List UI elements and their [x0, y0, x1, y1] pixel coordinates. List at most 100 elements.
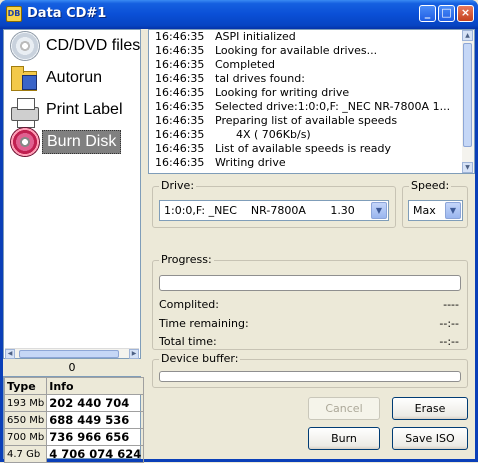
log-time: 16:46:35: [155, 128, 205, 141]
log-message: Completed: [215, 58, 275, 71]
burn-disk-icon: [8, 127, 42, 157]
title-bar[interactable]: DB Data CD#1 _ □ ×: [0, 0, 478, 29]
log-time: 16:46:35: [155, 30, 205, 43]
nav-item-cd-dvd-files[interactable]: CD/DVD files: [8, 30, 144, 62]
scroll-down-arrow-icon[interactable]: ▼: [462, 162, 473, 173]
log-time: 16:46:35: [155, 142, 205, 155]
total-time-label: Total time:: [159, 335, 217, 348]
log-row: 16:46:35 List of available speeds is read…: [155, 142, 391, 156]
folder-icon: [8, 63, 42, 93]
nav-item-label: CD/DVD files: [46, 37, 141, 54]
scroll-left-arrow-icon[interactable]: ◀: [5, 349, 15, 359]
table-row: 193 Mb 202 440 704: [3, 394, 145, 412]
log-time: 16:46:35: [155, 156, 205, 169]
completed-value: ----: [443, 298, 459, 311]
device-buffer-bar: [159, 371, 461, 382]
log-message: Selected drive:1:0:0,F: _NEC NR-7800A 1.…: [215, 100, 451, 113]
log-row: 16:46:35 Selected drive:1:0:0,F: _NEC NR-…: [155, 100, 450, 114]
nav-item-label: Print Label: [46, 101, 123, 118]
column-header-type: Type: [3, 377, 48, 395]
burn-button[interactable]: Burn: [308, 427, 380, 450]
chevron-down-icon[interactable]: ▼: [445, 202, 461, 219]
chevron-down-icon[interactable]: ▼: [371, 202, 387, 219]
app-window: DB Data CD#1 _ □ × CD/DVD files Autorun …: [0, 0, 478, 463]
log-row: 16:46:35 4X ( 706Kb/s): [155, 128, 311, 142]
client-area: CD/DVD files Autorun Print Label Burn Di…: [3, 29, 475, 463]
table-cell-size: 650 Mb: [3, 411, 48, 429]
table-cell-value: 202 440 704: [46, 394, 145, 412]
close-button[interactable]: ×: [457, 5, 474, 22]
table-cell-value: 4 706 074 624: [46, 445, 145, 463]
time-remaining-label: Time remaining:: [159, 317, 249, 330]
log-time: 16:46:35: [155, 100, 205, 113]
table-row: 4.7 Gb 4 706 074 624: [3, 445, 145, 463]
log-message: tal drives found:: [215, 72, 305, 85]
speed-select[interactable]: Max ▼: [408, 200, 463, 221]
log-row: 16:46:35 Looking for available drives...: [155, 44, 377, 58]
log-message: Looking for writing drive: [215, 86, 350, 99]
log-message: 4X ( 706Kb/s): [215, 128, 311, 141]
drive-group: Drive: 1:0:0,F: _NEC NR-7800A 1.30 ▼: [152, 179, 396, 228]
scroll-right-arrow-icon[interactable]: ▶: [129, 349, 139, 359]
drive-label: Drive:: [159, 179, 197, 192]
table-cell-value: 688 449 536: [46, 411, 145, 429]
progress-label: Progress:: [159, 253, 214, 266]
drive-select[interactable]: 1:0:0,F: _NEC NR-7800A 1.30 ▼: [159, 200, 389, 221]
app-icon: DB: [6, 6, 22, 22]
erase-button[interactable]: Erase: [392, 397, 468, 420]
scroll-thumb[interactable]: [19, 350, 119, 358]
log-row: 16:46:35 ASPI initialized: [155, 30, 296, 44]
speed-group: Speed: Max ▼: [402, 179, 468, 228]
total-time-value: --:--: [439, 335, 459, 348]
log-row: 16:46:35 Writing drive: [155, 156, 286, 170]
log-time: 16:46:35: [155, 72, 205, 85]
log-row: 16:46:35 tal drives found:: [155, 72, 305, 86]
log-message: List of available speeds is ready: [215, 142, 391, 155]
table-row: 650 Mb 688 449 536: [3, 411, 145, 429]
device-buffer-label: Device buffer:: [159, 352, 241, 365]
log-time: 16:46:35: [155, 114, 205, 127]
log-time: 16:46:35: [155, 58, 205, 71]
log-time: 16:46:35: [155, 44, 205, 57]
maximize-button[interactable]: □: [438, 5, 455, 22]
nav-item-print-label[interactable]: Print Label: [8, 94, 127, 128]
log-vertical-scrollbar[interactable]: ▲ ▼: [462, 30, 474, 173]
nav-item-autorun[interactable]: Autorun: [8, 62, 106, 94]
nav-horizontal-scrollbar[interactable]: ◀ ▶: [5, 348, 139, 359]
log-message: Looking for available drives...: [215, 44, 378, 57]
log-row: 16:46:35 Looking for writing drive: [155, 86, 349, 100]
scroll-up-arrow-icon[interactable]: ▲: [462, 30, 473, 41]
save-iso-button[interactable]: Save ISO: [392, 427, 468, 450]
log-message: Preparing list of available speeds: [215, 114, 398, 127]
log-message: Writing drive: [215, 156, 286, 169]
table-cell-size: 700 Mb: [3, 428, 48, 446]
left-panel: CD/DVD files Autorun Print Label Burn Di…: [3, 29, 145, 463]
minimize-button[interactable]: _: [419, 5, 436, 22]
window-title: Data CD#1: [27, 6, 107, 21]
progress-bar: [159, 275, 461, 291]
table-cell-size: 193 Mb: [3, 394, 48, 412]
speed-label: Speed:: [409, 179, 452, 192]
drive-select-value: 1:0:0,F: _NEC NR-7800A 1.30: [164, 204, 355, 217]
item-counter: 0: [68, 361, 76, 374]
log-list[interactable]: 16:46:35 ASPI initialized 16:46:35 Looking…: [148, 29, 475, 174]
printer-icon: [8, 95, 42, 128]
table-row: 700 Mb 736 966 656: [3, 428, 145, 446]
nav-item-label: Autorun: [46, 69, 103, 86]
log-row: 16:46:35 Completed: [155, 58, 275, 72]
progress-group: Progress: Complited: ---- Time remaining…: [152, 253, 468, 350]
device-buffer-group: Device buffer:: [152, 352, 468, 388]
nav-item-burn-disk[interactable]: Burn Disk: [8, 126, 122, 158]
log-message: ASPI initialized: [215, 30, 296, 43]
capacity-table: Type Info 193 Mb 202 440 704 650 Mb 688 …: [3, 376, 145, 463]
table-cell-value: 736 966 656: [46, 428, 145, 446]
cancel-button[interactable]: Cancel: [308, 397, 380, 420]
cd-icon: [8, 31, 42, 61]
scroll-thumb[interactable]: [463, 43, 472, 147]
time-remaining-value: --:--: [439, 317, 459, 330]
log-time: 16:46:35: [155, 86, 205, 99]
log-row: 16:46:35 Preparing list of available spee…: [155, 114, 397, 128]
completed-label: Complited:: [159, 298, 219, 311]
nav-list: CD/DVD files Autorun Print Label Burn Di…: [3, 29, 141, 359]
table-cell-size: 4.7 Gb: [3, 445, 48, 463]
